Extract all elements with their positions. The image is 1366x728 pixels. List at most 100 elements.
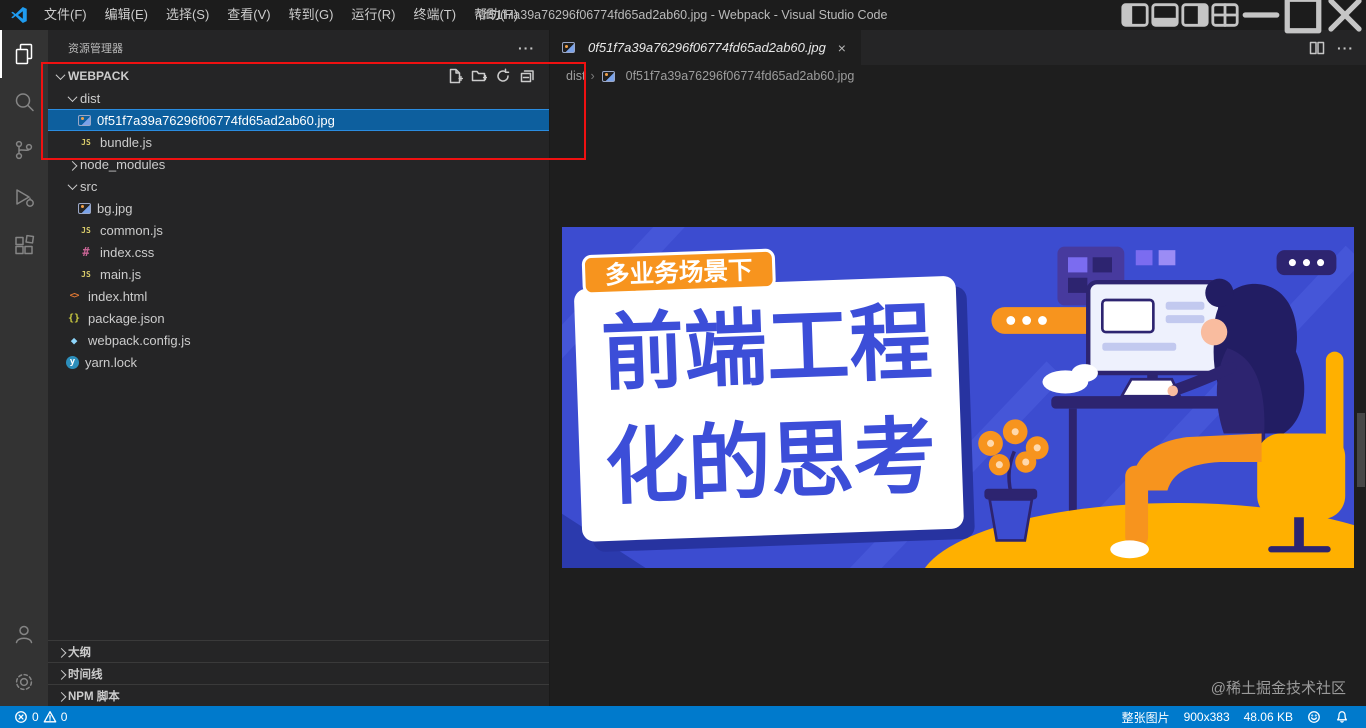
chevron-right-icon <box>54 641 68 663</box>
tree-item-main-js[interactable]: main.js <box>48 263 549 285</box>
file-label: main.js <box>100 266 142 282</box>
panel-label: NPM 脚本 <box>68 690 120 703</box>
new-folder-icon[interactable] <box>471 68 487 84</box>
editor-area: 0f51f7a39a76296f06774fd65ad2ab60.jpg ···… <box>550 30 1366 706</box>
html-file-icon <box>66 288 82 304</box>
settings-gear-icon[interactable] <box>0 658 48 706</box>
customize-layout-icon[interactable] <box>1210 0 1240 30</box>
panel-npm-scripts[interactable]: NPM 脚本 <box>48 684 549 706</box>
collapse-folders-icon[interactable] <box>519 68 535 84</box>
new-file-icon[interactable] <box>447 68 463 84</box>
tree-item-index-html[interactable]: index.html <box>48 285 549 307</box>
menu-help[interactable]: 帮助(H) <box>465 0 527 30</box>
source-control-icon[interactable] <box>0 126 48 174</box>
panel-outline[interactable]: 大纲 <box>48 640 549 662</box>
explorer-header: 资源管理器 ··· <box>48 30 549 65</box>
tab-image-preview[interactable]: 0f51f7a39a76296f06774fd65ad2ab60.jpg <box>550 30 861 65</box>
tree-item-dist[interactable]: dist <box>48 87 549 109</box>
menu-file[interactable]: 文件(F) <box>35 0 96 30</box>
warning-count: 0 <box>60 710 68 724</box>
menu-go[interactable]: 转到(G) <box>280 0 343 30</box>
maximize-icon[interactable] <box>1282 0 1324 34</box>
split-editor-icon[interactable] <box>1309 40 1325 56</box>
tab-close-icon[interactable] <box>833 40 851 56</box>
project-name: WEBPACK <box>68 69 130 83</box>
bell-icon[interactable] <box>1328 710 1356 724</box>
explorer-icon[interactable] <box>0 30 48 78</box>
panel-label: 时间线 <box>68 668 103 681</box>
file-label: package.json <box>88 310 165 326</box>
project-section-header[interactable]: WEBPACK <box>48 65 549 87</box>
close-icon[interactable] <box>1324 0 1366 32</box>
chevron-down-icon <box>64 87 80 109</box>
js-file-icon <box>78 266 94 282</box>
minimize-icon[interactable] <box>1240 0 1282 30</box>
image-mode-status[interactable]: 整张图片 <box>1115 709 1177 726</box>
file-size-status[interactable]: 48.06 KB <box>1237 710 1300 724</box>
js-file-icon <box>78 134 94 150</box>
menu-bar: 文件(F) 编辑(E) 选择(S) 查看(V) 转到(G) 运行(R) 终端(T… <box>35 0 527 30</box>
watermark-text: @稀土掘金技术社区 <box>1210 680 1346 697</box>
vscode-logo <box>11 7 27 23</box>
yarn-file-icon <box>66 355 79 369</box>
tree-item-common-js[interactable]: common.js <box>48 219 549 241</box>
menu-view[interactable]: 查看(V) <box>218 0 279 30</box>
accounts-icon[interactable] <box>0 610 48 658</box>
image-file-icon <box>78 202 91 214</box>
webpack-file-icon <box>66 332 82 348</box>
file-label: index.css <box>100 244 155 260</box>
explorer-more-actions-icon[interactable]: ··· <box>518 40 535 56</box>
more-actions-icon[interactable]: ··· <box>1337 40 1354 56</box>
chevron-right-icon <box>54 685 68 707</box>
poster-title-line2: 化的思考 <box>604 409 938 514</box>
chevron-right-icon <box>64 153 80 175</box>
vscode-window: 文件(F) 编辑(E) 选择(S) 查看(V) 转到(G) 运行(R) 终端(T… <box>0 0 1366 728</box>
breadcrumb-folder[interactable]: dist <box>566 69 585 83</box>
tab-label: 0f51f7a39a76296f06774fd65ad2ab60.jpg <box>588 40 826 55</box>
js-file-icon <box>78 222 94 238</box>
toggle-sidebar-icon[interactable] <box>1120 0 1150 30</box>
image-dimensions-status[interactable]: 900x383 <box>1177 710 1237 724</box>
tree-item-yarn-lock[interactable]: yarn.lock <box>48 351 549 373</box>
menu-run[interactable]: 运行(R) <box>342 0 404 30</box>
folder-label: src <box>80 178 98 194</box>
tree-item-package-json[interactable]: package.json <box>48 307 549 329</box>
refresh-explorer-icon[interactable] <box>495 68 511 84</box>
editor-scrollbar[interactable] <box>1356 87 1366 706</box>
toggle-panel-icon[interactable] <box>1150 0 1180 30</box>
menu-terminal[interactable]: 终端(T) <box>404 0 465 30</box>
tree-item-index-css[interactable]: index.css <box>48 241 549 263</box>
menu-edit[interactable]: 编辑(E) <box>96 0 157 30</box>
file-tree: dist 0f51f7a39a76296f06774fd65ad2ab60.jp… <box>48 87 549 640</box>
image-preview[interactable]: 前端工程 化的思考 多业务场景下 <box>562 227 1354 568</box>
error-icon <box>15 711 27 723</box>
tree-item-node-modules[interactable]: node_modules <box>48 153 549 175</box>
tree-item-bg-jpg[interactable]: bg.jpg <box>48 197 549 219</box>
problems-indicator[interactable]: 0 0 <box>10 706 71 728</box>
panel-label: 大纲 <box>68 646 91 659</box>
run-and-debug-icon[interactable] <box>0 174 48 222</box>
tree-item-src[interactable]: src <box>48 175 549 197</box>
extensions-icon[interactable] <box>0 222 48 270</box>
tree-item-webpack-config[interactable]: webpack.config.js <box>48 329 549 351</box>
menu-selection[interactable]: 选择(S) <box>157 0 218 30</box>
chevron-down-icon <box>64 175 80 197</box>
breadcrumb: dist 0f51f7a39a76296f06774fd65ad2ab60.jp… <box>550 65 1366 87</box>
chevron-right-icon <box>590 69 594 83</box>
toggle-secondary-sidebar-icon[interactable] <box>1180 0 1210 30</box>
breadcrumb-file[interactable]: 0f51f7a39a76296f06774fd65ad2ab60.jpg <box>626 69 855 83</box>
image-file-icon <box>601 70 615 82</box>
window-title: 0f51f7a39a76296f06774fd65ad2ab60.jpg - W… <box>478 8 888 22</box>
sidebar-bottom-panels: 大纲 时间线 NPM 脚本 <box>48 640 549 706</box>
feedback-icon[interactable] <box>1300 710 1328 724</box>
search-icon[interactable] <box>0 78 48 126</box>
chevron-down-icon <box>52 65 68 87</box>
tree-item-bundle-js[interactable]: bundle.js <box>48 131 549 153</box>
tree-item-selected-jpg[interactable]: 0f51f7a39a76296f06774fd65ad2ab60.jpg <box>48 109 549 131</box>
file-label: index.html <box>88 288 148 304</box>
main-area: 资源管理器 ··· WEBPACK dist 0f51f7a39a76296f0… <box>0 30 1366 706</box>
panel-timeline[interactable]: 时间线 <box>48 662 549 684</box>
status-bar-right: 整张图片 900x383 48.06 KB <box>1115 709 1356 726</box>
scrollbar-handle[interactable] <box>1357 413 1365 487</box>
file-label: common.js <box>100 222 163 238</box>
